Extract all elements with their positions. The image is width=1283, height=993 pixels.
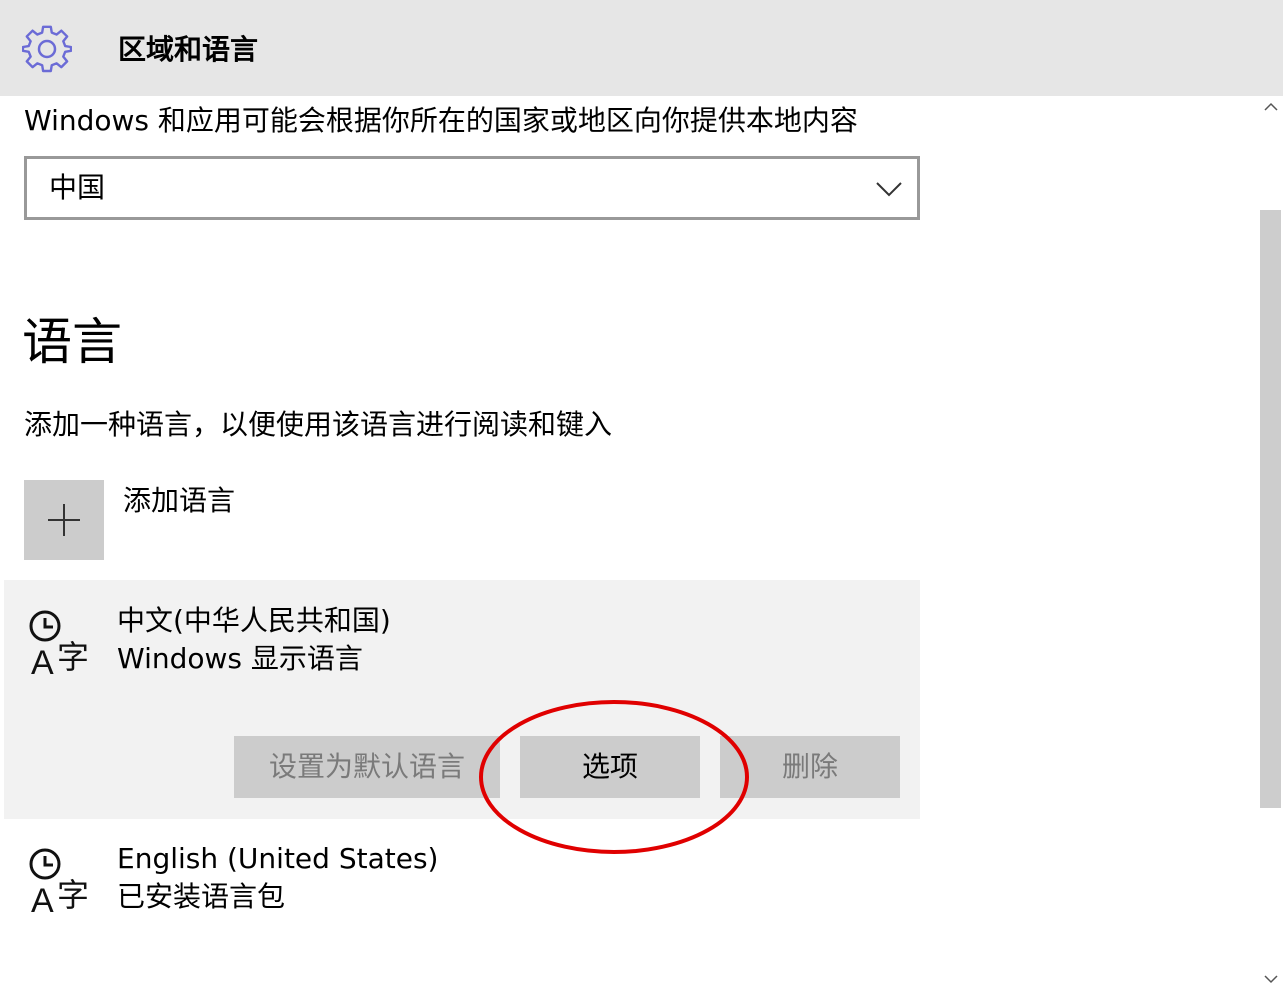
language-name: English (United States) bbox=[117, 842, 439, 875]
region-description: Windows 和应用可能会根据你所在的国家或地区向你提供本地内容 bbox=[24, 104, 858, 137]
title-bar: 区域和语言 bbox=[0, 0, 1283, 96]
chevron-down-icon bbox=[875, 175, 903, 203]
languages-description: 添加一种语言，以便使用该语言进行阅读和键入 bbox=[24, 408, 613, 441]
gear-icon bbox=[21, 24, 73, 74]
scroll-thumb[interactable] bbox=[1260, 210, 1281, 808]
set-default-language-button[interactable]: 设置为默认语言 bbox=[234, 736, 500, 798]
settings-window: 区域和语言 Windows 和应用可能会根据你所在的国家或地区向你提供本地内容 … bbox=[0, 0, 1283, 993]
country-dropdown[interactable]: 中国 bbox=[24, 156, 920, 220]
vertical-scrollbar[interactable] bbox=[1258, 96, 1283, 993]
language-icon: A 字 bbox=[26, 846, 96, 920]
language-item-chinese[interactable]: A 字 中文(中华人民共和国) Windows 显示语言 设置为默认语言 选项 … bbox=[4, 580, 920, 819]
language-status: Windows 显示语言 bbox=[117, 642, 363, 675]
svg-text:A: A bbox=[31, 644, 54, 678]
page-title: 区域和语言 bbox=[118, 33, 259, 66]
country-selected-value: 中国 bbox=[49, 171, 106, 204]
scroll-up-arrow[interactable] bbox=[1258, 96, 1283, 120]
svg-text:A: A bbox=[31, 882, 54, 916]
language-item-english[interactable]: A 字 English (United States) 已安装语言包 bbox=[4, 830, 920, 930]
language-icon: A 字 bbox=[26, 608, 96, 682]
language-status: 已安装语言包 bbox=[117, 880, 286, 913]
scroll-down-arrow[interactable] bbox=[1258, 968, 1283, 992]
svg-text:字: 字 bbox=[57, 876, 89, 914]
options-button[interactable]: 选项 bbox=[520, 736, 700, 798]
languages-heading: 语言 bbox=[22, 313, 122, 371]
add-language-label[interactable]: 添加语言 bbox=[123, 480, 235, 522]
svg-text:字: 字 bbox=[57, 638, 89, 676]
remove-button[interactable]: 删除 bbox=[720, 736, 900, 798]
add-language-button[interactable] bbox=[24, 480, 104, 560]
language-name: 中文(中华人民共和国) bbox=[117, 604, 391, 637]
plus-icon bbox=[46, 502, 82, 538]
